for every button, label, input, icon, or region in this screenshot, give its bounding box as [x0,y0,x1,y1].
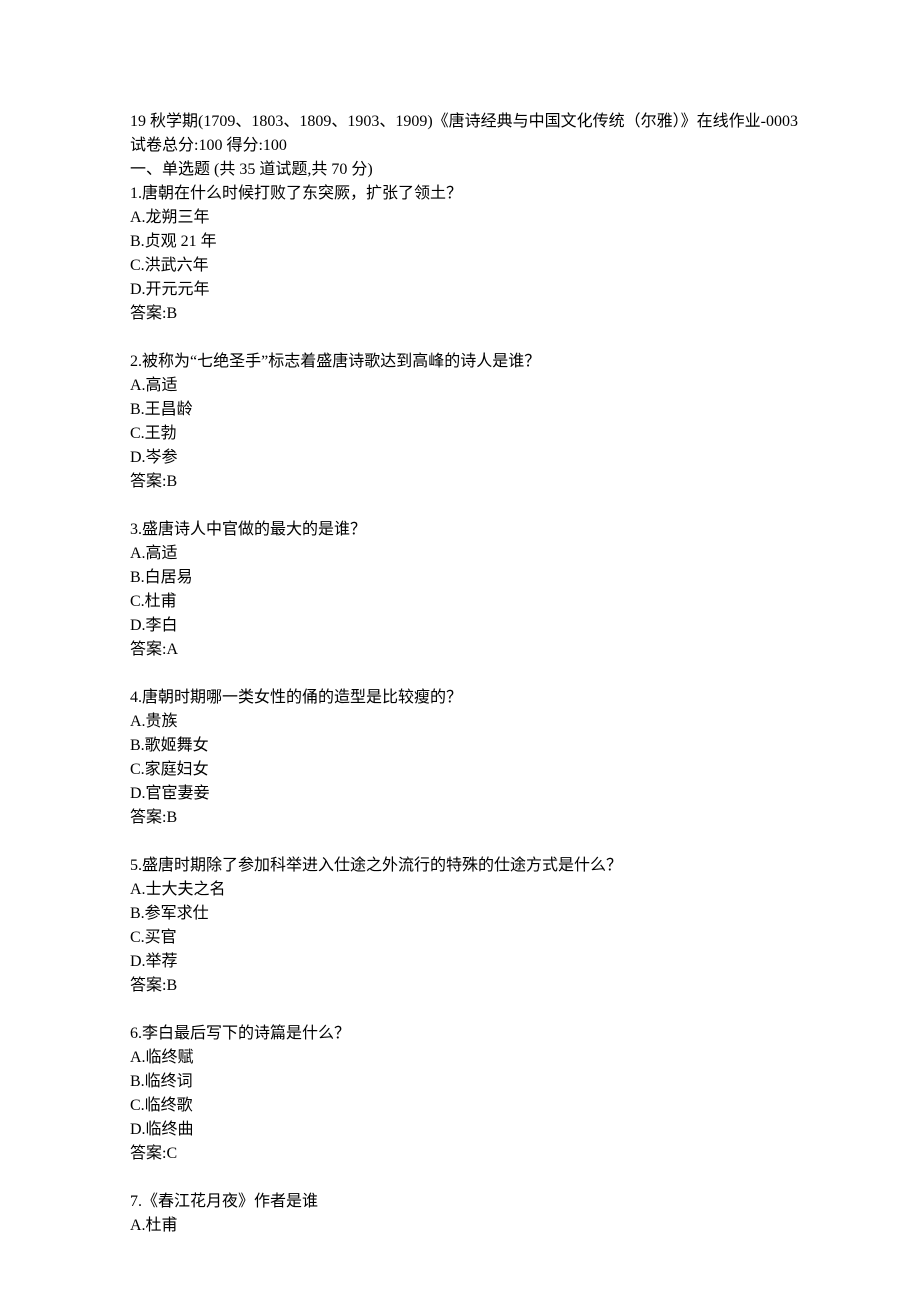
option-b: B.王昌龄 [130,398,800,422]
option-d: D.开元元年 [130,278,800,302]
question-text: 5.盛唐时期除了参加科举进入仕途之外流行的特殊的仕途方式是什么？ [130,854,800,878]
option-d: D.李白 [130,614,800,638]
exam-title: 19 秋学期(1709、1803、1809、1903、1909)《唐诗经典与中国… [130,110,800,134]
option-a: A.临终赋 [130,1046,800,1070]
score-line: 试卷总分:100 得分:100 [130,134,800,158]
option-d: D.官宦妻妾 [130,782,800,806]
option-b: B.白居易 [130,566,800,590]
option-a: A.高适 [130,542,800,566]
option-c: C.杜甫 [130,590,800,614]
answer: 答案:B [130,806,800,830]
answer: 答案:B [130,470,800,494]
option-a: A.龙朔三年 [130,206,800,230]
question-5: 5.盛唐时期除了参加科举进入仕途之外流行的特殊的仕途方式是什么？ A.士大夫之名… [130,854,800,998]
option-b: B.贞观 21 年 [130,230,800,254]
option-d: D.岑参 [130,446,800,470]
option-a: A.杜甫 [130,1214,800,1238]
answer: 答案:C [130,1142,800,1166]
answer: 答案:B [130,302,800,326]
option-b: B.参军求仕 [130,902,800,926]
question-text: 7.《春江花月夜》作者是谁 [130,1190,800,1214]
option-a: A.高适 [130,374,800,398]
question-text: 2.被称为“七绝圣手”标志着盛唐诗歌达到高峰的诗人是谁？ [130,350,800,374]
option-c: C.洪武六年 [130,254,800,278]
section-heading: 一、单选题 (共 35 道试题,共 70 分) [130,158,800,182]
question-7: 7.《春江花月夜》作者是谁 A.杜甫 [130,1190,800,1238]
question-text: 6.李白最后写下的诗篇是什么？ [130,1022,800,1046]
option-c: C.临终歌 [130,1094,800,1118]
question-text: 1.唐朝在什么时候打败了东突厥，扩张了领土？ [130,182,800,206]
option-c: C.王勃 [130,422,800,446]
option-b: B.歌姬舞女 [130,734,800,758]
question-text: 3.盛唐诗人中官做的最大的是谁？ [130,518,800,542]
option-b: B.临终词 [130,1070,800,1094]
option-d: D.举荐 [130,950,800,974]
question-4: 4.唐朝时期哪一类女性的俑的造型是比较瘦的？ A.贵族 B.歌姬舞女 C.家庭妇… [130,686,800,830]
question-3: 3.盛唐诗人中官做的最大的是谁？ A.高适 B.白居易 C.杜甫 D.李白 答案… [130,518,800,662]
question-2: 2.被称为“七绝圣手”标志着盛唐诗歌达到高峰的诗人是谁？ A.高适 B.王昌龄 … [130,350,800,494]
option-a: A.贵族 [130,710,800,734]
question-1: 1.唐朝在什么时候打败了东突厥，扩张了领土？ A.龙朔三年 B.贞观 21 年 … [130,182,800,326]
answer: 答案:B [130,974,800,998]
answer: 答案:A [130,638,800,662]
option-c: C.买官 [130,926,800,950]
option-a: A.士大夫之名 [130,878,800,902]
question-6: 6.李白最后写下的诗篇是什么？ A.临终赋 B.临终词 C.临终歌 D.临终曲 … [130,1022,800,1166]
option-d: D.临终曲 [130,1118,800,1142]
option-c: C.家庭妇女 [130,758,800,782]
question-text: 4.唐朝时期哪一类女性的俑的造型是比较瘦的？ [130,686,800,710]
